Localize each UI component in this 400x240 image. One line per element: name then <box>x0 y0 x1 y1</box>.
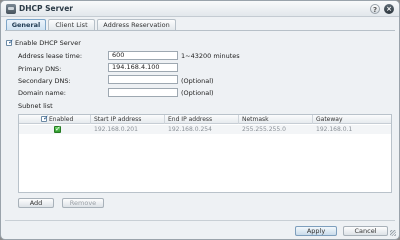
start-ip-cell: 192.168.0.201 <box>94 126 138 133</box>
primary-dns-input[interactable]: 194.168.4.100 <box>108 63 178 72</box>
end-ip-cell: 192.168.0.254 <box>168 126 212 133</box>
table-header: ✓ Enabled Start IP address End IP addres… <box>19 114 391 124</box>
column-separator <box>312 115 313 124</box>
tab-address-reservation[interactable]: Address Reservation <box>97 19 176 30</box>
window-title: DHCP Server <box>19 4 73 13</box>
column-header-gateway[interactable]: Gateway <box>316 116 343 123</box>
lease-time-hint: 1~43200 minutes <box>181 52 240 60</box>
tab-client-list[interactable]: Client List <box>48 19 95 30</box>
subnet-list-label: Subnet list <box>18 102 53 110</box>
column-separator <box>164 115 165 124</box>
column-header-end-ip[interactable]: End IP address <box>168 116 212 123</box>
subnet-enabled-checkbox[interactable]: ✓ <box>54 125 61 133</box>
tab-label: Address Reservation <box>103 21 170 29</box>
cancel-button[interactable]: Cancel <box>343 226 388 236</box>
primary-dns-label: Primary DNS: <box>18 65 62 73</box>
column-header-enabled[interactable]: Enabled <box>49 116 73 123</box>
netmask-cell: 255.255.255.0 <box>242 126 286 133</box>
subnet-table: ✓ Enabled Start IP address End IP addres… <box>18 114 392 193</box>
tab-divider <box>5 30 395 31</box>
footer-divider <box>5 220 395 221</box>
close-icon[interactable]: × <box>384 4 394 14</box>
column-header-start-ip[interactable]: Start IP address <box>94 116 141 123</box>
domain-name-hint: (Optional) <box>181 89 214 97</box>
domain-name-label: Domain name: <box>18 89 66 97</box>
table-row[interactable]: ✓ 192.168.0.201 192.168.0.254 255.255.25… <box>19 125 391 134</box>
title-bar: DHCP Server ? × <box>1 1 399 17</box>
apply-button[interactable]: Apply <box>295 226 337 236</box>
select-all-checkbox[interactable]: ✓ <box>41 114 49 122</box>
remove-button[interactable]: Remove <box>62 198 104 208</box>
dhcp-server-icon <box>6 4 16 14</box>
add-button[interactable]: Add <box>18 198 54 208</box>
column-separator <box>90 115 91 124</box>
column-separator <box>238 115 239 124</box>
tab-general[interactable]: General <box>6 19 46 30</box>
enable-dhcp-label: Enable DHCP Server <box>15 39 81 47</box>
dhcp-server-window: DHCP Server ? × General Client List Addr… <box>0 0 400 240</box>
lease-time-input[interactable]: 600 <box>108 51 178 60</box>
secondary-dns-hint: (Optional) <box>181 77 214 85</box>
secondary-dns-input[interactable] <box>108 75 178 84</box>
tab-label: General <box>11 21 41 29</box>
help-icon[interactable]: ? <box>370 4 380 14</box>
lease-time-label: Address lease time: <box>18 52 83 60</box>
domain-name-input[interactable] <box>108 88 178 97</box>
column-header-netmask[interactable]: Netmask <box>242 116 269 123</box>
resize-grip[interactable] <box>390 230 396 236</box>
tab-label: Client List <box>55 21 88 29</box>
secondary-dns-label: Secondary DNS: <box>18 77 71 85</box>
gateway-cell: 192.168.0.1 <box>316 126 353 133</box>
enable-dhcp-checkbox[interactable]: ✓ <box>6 38 14 46</box>
